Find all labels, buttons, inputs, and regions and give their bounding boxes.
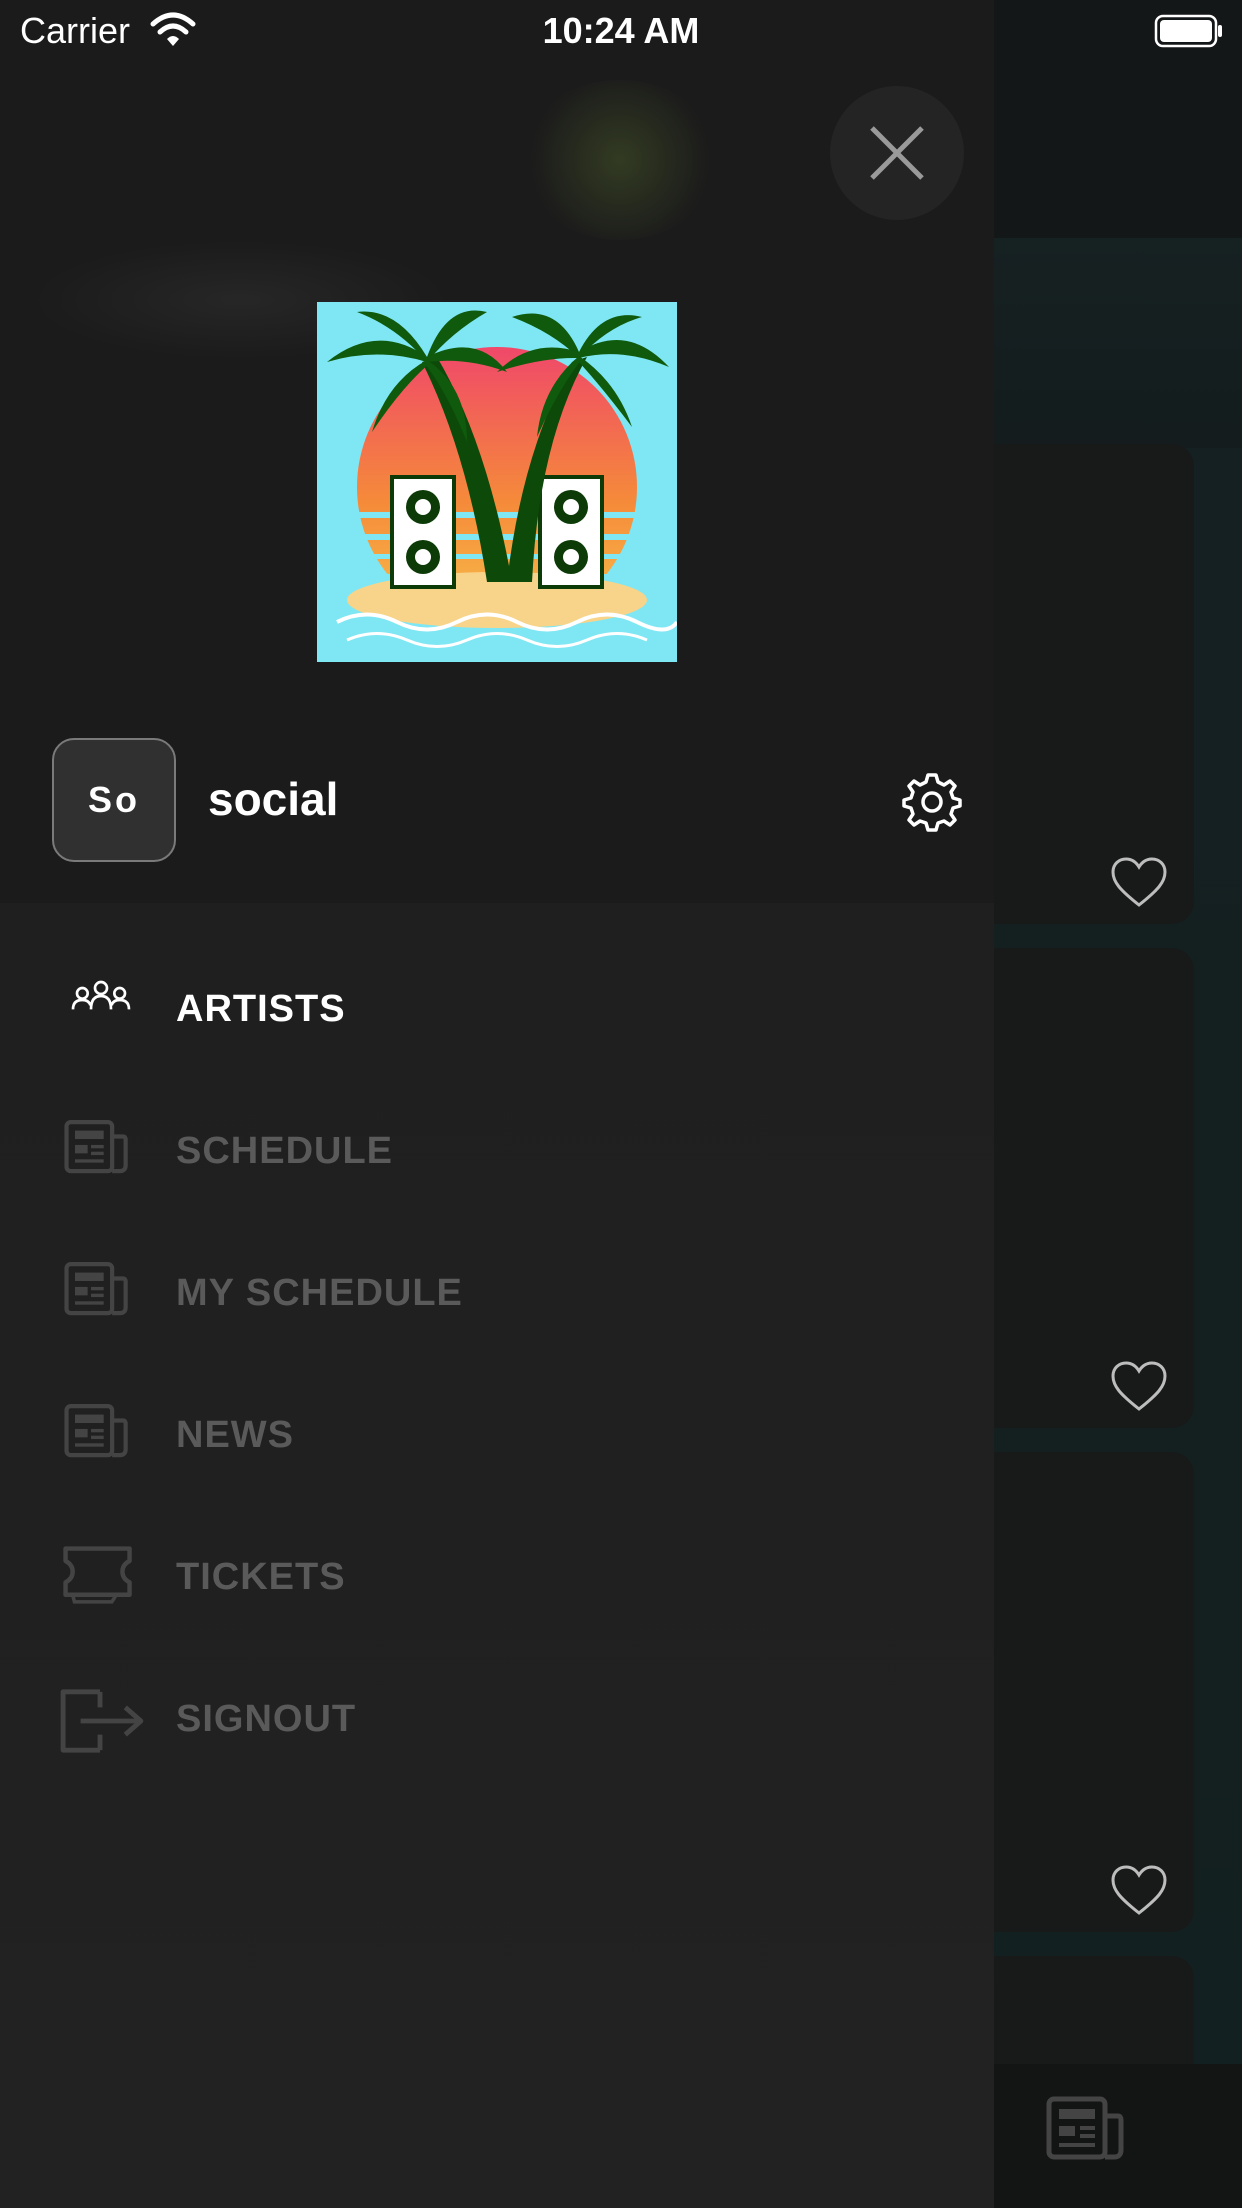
menu-label: MY SCHEDULE (176, 1272, 463, 1314)
battery-icon (1154, 14, 1222, 48)
heart-icon[interactable] (1110, 856, 1168, 908)
newspaper-icon[interactable] (1046, 2096, 1124, 2160)
newspaper-icon (64, 1120, 128, 1174)
avatar-initials: So (87, 779, 140, 820)
heart-icon[interactable] (1110, 1360, 1168, 1412)
newspaper-icon (64, 1404, 128, 1458)
artist-card[interactable] (960, 948, 1194, 1428)
close-icon (870, 126, 924, 180)
heart-icon[interactable] (1110, 1864, 1168, 1916)
menu-item-tickets[interactable]: TICKETS (0, 1506, 994, 1648)
menu-item-signout[interactable]: SIGNOUT (0, 1648, 994, 1790)
menu-label: TICKETS (176, 1556, 346, 1598)
close-button[interactable] (830, 86, 964, 220)
drawer-header: So social (0, 0, 994, 903)
clock: 10:24 AM (542, 10, 700, 51)
festival-logo (317, 302, 677, 662)
menu-item-my-schedule[interactable]: MY SCHEDULE (0, 1222, 994, 1364)
menu-item-schedule[interactable]: SCHEDULE (0, 1080, 994, 1222)
menu-label: ARTISTS (176, 988, 346, 1030)
header-blur (520, 80, 720, 240)
newspaper-icon (64, 1262, 128, 1316)
menu-item-artists[interactable]: ARTISTS (0, 938, 994, 1080)
side-drawer: So social ARTISTS SCHEDULE MY SCHEDULE N… (0, 0, 994, 2208)
menu-item-news[interactable]: NEWS (0, 1364, 994, 1506)
palm-island-speakers-logo (317, 302, 677, 662)
artist-card[interactable] (960, 1452, 1194, 1932)
username: social (208, 773, 339, 825)
menu-label: SCHEDULE (176, 1130, 394, 1172)
menu-label: SIGNOUT (176, 1698, 357, 1740)
status-bar: Carrier 10:24 AM (0, 0, 1242, 60)
avatar[interactable]: So (52, 738, 176, 862)
signout-icon (60, 1689, 144, 1753)
menu-label: NEWS (176, 1414, 294, 1456)
people-icon (71, 980, 131, 1010)
artist-card[interactable] (960, 444, 1194, 924)
ticket-icon (63, 1546, 132, 1604)
gear-icon[interactable] (902, 772, 962, 832)
